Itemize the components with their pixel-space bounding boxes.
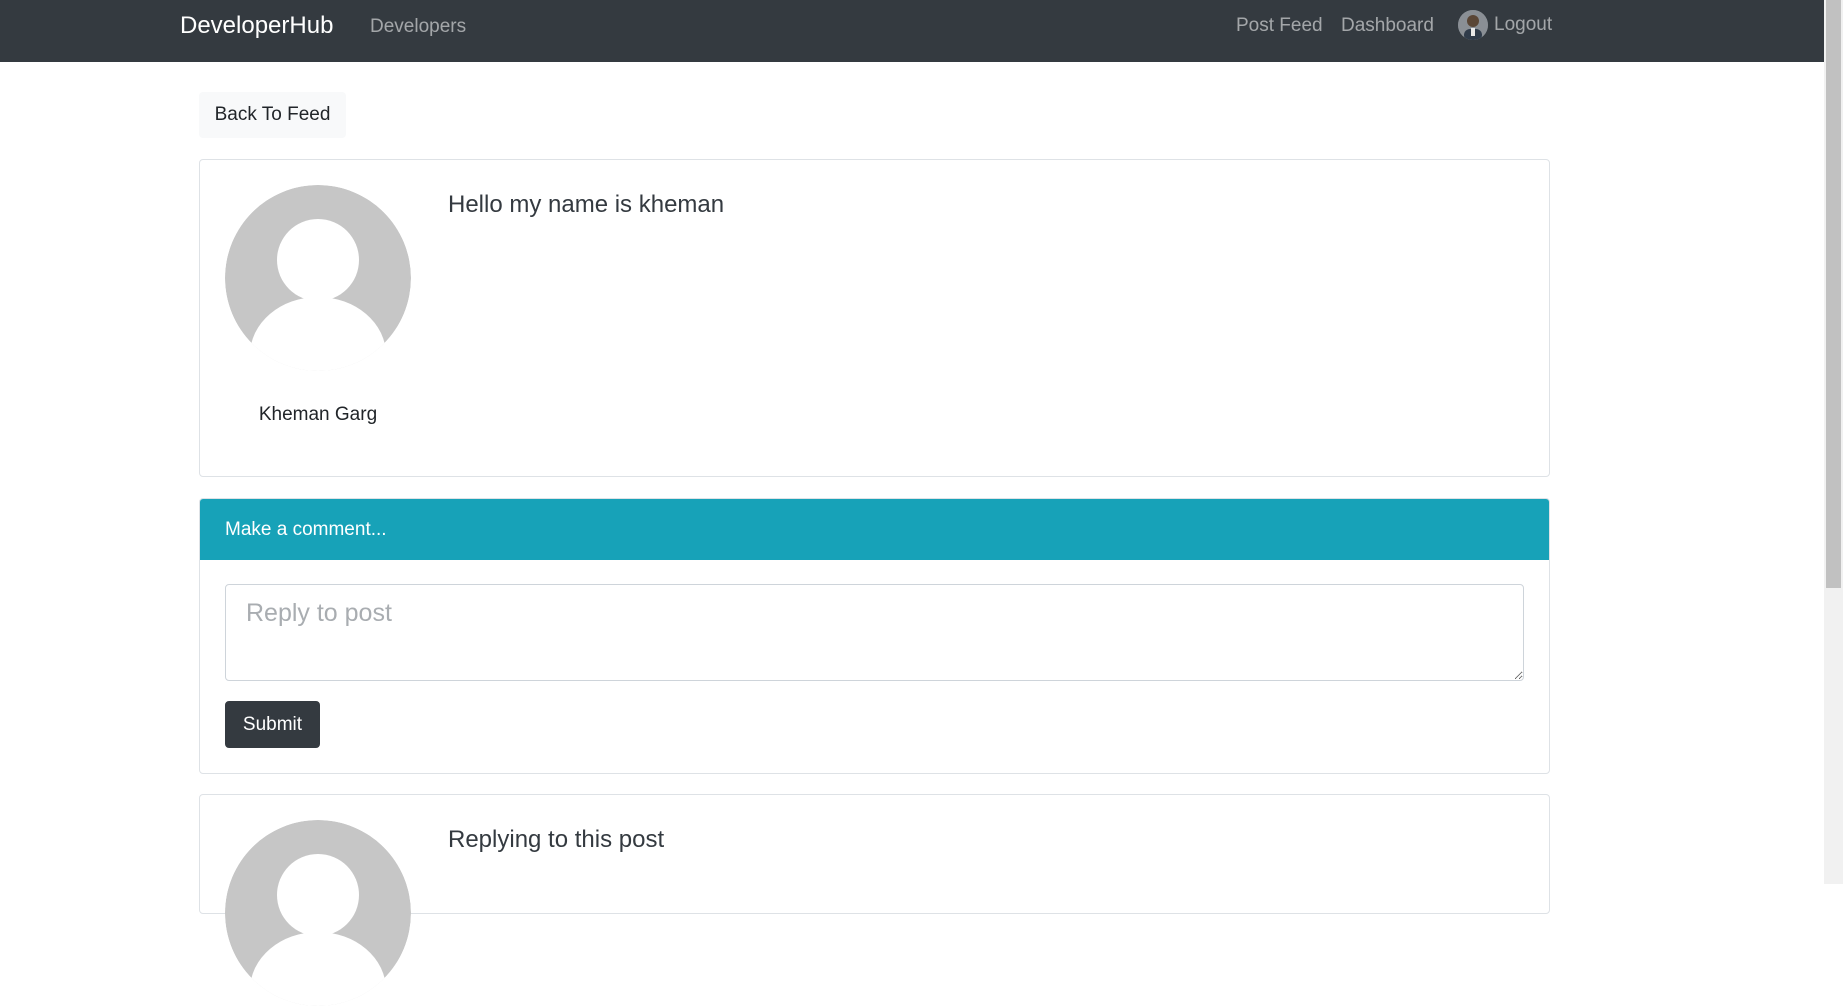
nav-developers-link[interactable]: Developers — [370, 15, 466, 39]
scrollbar-thumb[interactable] — [1826, 0, 1841, 588]
page-scrollbar[interactable] — [1824, 0, 1843, 884]
post-author-name: Kheman Garg — [258, 404, 378, 425]
reply-textarea[interactable] — [225, 584, 1524, 681]
nav-dashboard-link[interactable]: Dashboard — [1341, 14, 1434, 38]
submit-button[interactable]: Submit — [225, 701, 320, 748]
post-text: Hello my name is kheman — [448, 191, 725, 218]
user-avatar — [1458, 10, 1488, 40]
logout-label: Logout — [1494, 14, 1553, 35]
brand-link[interactable]: DeveloperHub — [180, 12, 333, 40]
reply-text: Replying to this post — [448, 826, 665, 853]
author-avatar-icon[interactable] — [225, 185, 411, 371]
reply-card: Replying to this post — [199, 794, 1550, 1006]
comment-form-header: Make a comment... — [200, 499, 1549, 560]
back-to-feed-button[interactable]: Back To Feed — [199, 92, 346, 138]
nav-post-feed-link[interactable]: Post Feed — [1236, 14, 1323, 38]
comment-form-card: Make a comment... Submit — [199, 498, 1550, 774]
reply-author-avatar-icon[interactable] — [225, 820, 411, 1006]
top-navbar: DeveloperHub Developers Post Feed Dashbo… — [0, 0, 1824, 62]
post-card: Kheman Garg Hello my name is kheman — [199, 159, 1550, 477]
nav-logout-link[interactable]: Logout — [1458, 10, 1552, 40]
